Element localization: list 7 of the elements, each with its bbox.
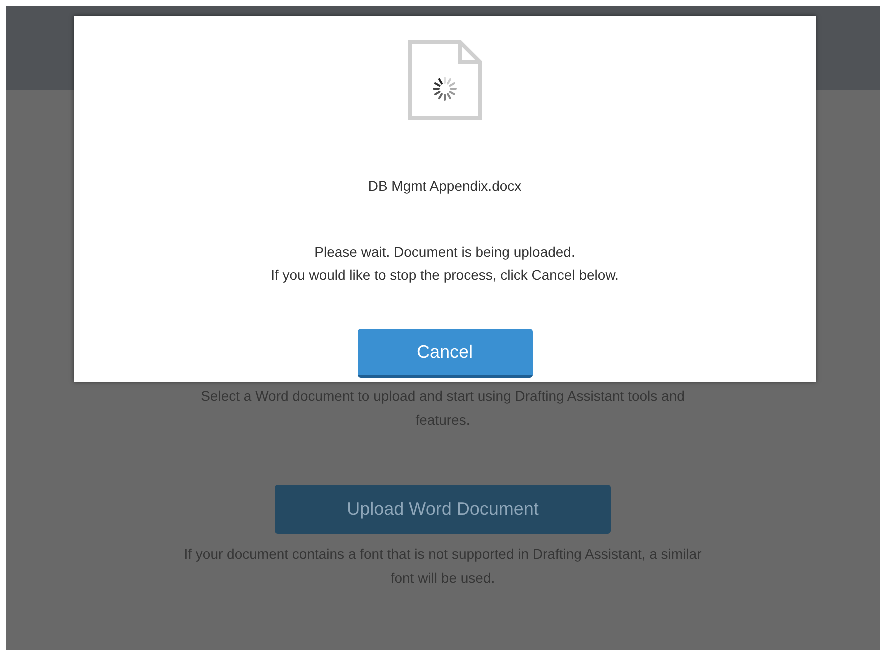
status-message: If you would like to stop the process, click Cancel below. — [271, 266, 619, 285]
upload-word-document-button[interactable]: Upload Word Document — [275, 485, 611, 534]
file-name: DB Mgmt Appendix.docx — [368, 177, 522, 196]
cancel-button[interactable]: Cancel — [358, 329, 532, 378]
status-message: Please wait. Document is being uploaded. — [314, 243, 576, 262]
document-icon — [408, 40, 482, 120]
loading-spinner-icon — [432, 76, 458, 102]
